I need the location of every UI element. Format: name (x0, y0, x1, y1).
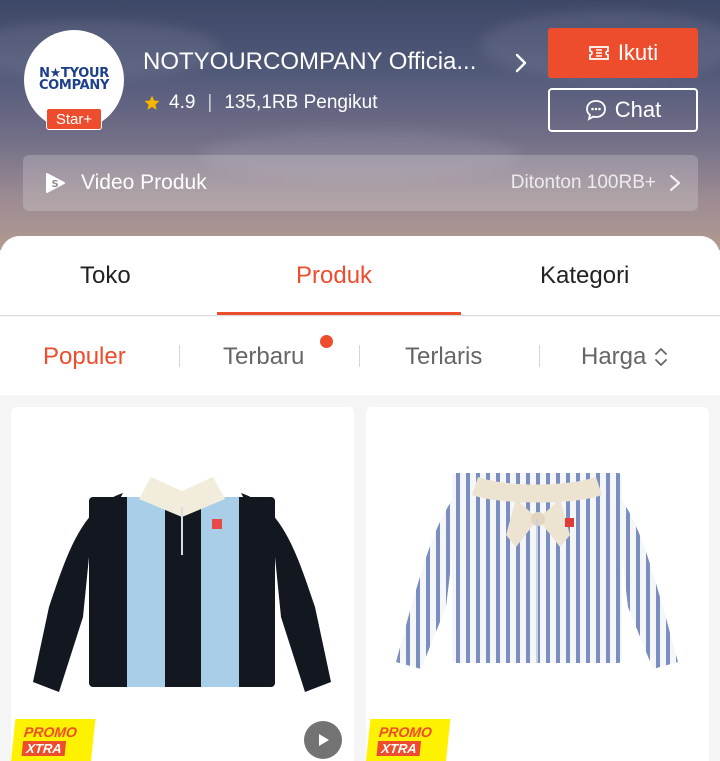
sort-divider (179, 345, 180, 367)
chat-button[interactable]: Chat (548, 88, 698, 132)
follow-label: Ikuti (617, 40, 659, 65)
video-product-label: Video Produk (81, 171, 207, 194)
video-views: Ditonton 100RB+ (510, 172, 656, 193)
shop-content: Toko Produk Kategori Populer Terbaru Ter… (0, 236, 720, 761)
ticket-icon (588, 46, 609, 60)
chat-label: Chat (614, 97, 662, 122)
promo-line1: PROMO (378, 723, 433, 740)
shop-header: N★TYOUR COMPANY Star+ NOTYOURCOMPANY Off… (0, 0, 720, 250)
shop-tabs: Toko Produk Kategori (0, 236, 720, 316)
promo-line2: XTRA (21, 740, 67, 756)
chevron-right-icon (669, 174, 681, 192)
sort-populer[interactable]: Populer (43, 343, 126, 371)
product-card[interactable]: PROMO XTRA (11, 407, 354, 761)
video-product-bar[interactable]: S Video Produk Ditonton 100RB+ (23, 155, 698, 211)
product-image (396, 473, 678, 669)
promo-xtra-badge: PROMO XTRA (11, 719, 96, 761)
promo-line1: PROMO (23, 723, 78, 740)
sort-bar: Populer Terbaru Terlaris Harga (0, 317, 720, 395)
sort-divider (359, 345, 360, 367)
play-video-button[interactable] (304, 721, 342, 759)
active-tab-indicator (217, 312, 461, 315)
chevron-right-icon[interactable] (512, 52, 530, 74)
star-icon (144, 95, 160, 110)
sort-harga-label: Harga (581, 343, 647, 370)
tab-produk[interactable]: Produk (296, 262, 372, 290)
stats-divider: | (207, 92, 213, 113)
chat-bubble-icon (585, 100, 606, 121)
play-icon (319, 734, 329, 746)
sort-harga[interactable]: Harga (581, 343, 669, 371)
sort-divider (539, 345, 540, 367)
tab-kategori[interactable]: Kategori (540, 262, 629, 290)
up-down-chevron-icon (655, 348, 668, 366)
shop-followers: 135,1RB Pengikut (224, 92, 378, 113)
shop-stats: 4.9 | 135,1RB Pengikut (143, 92, 378, 114)
sort-terlaris[interactable]: Terlaris (405, 343, 482, 371)
promo-xtra-badge: PROMO XTRA (366, 719, 451, 761)
sort-terbaru[interactable]: Terbaru (223, 343, 304, 371)
follow-button[interactable]: Ikuti (548, 28, 698, 78)
new-indicator-dot (320, 335, 333, 348)
product-image (33, 477, 331, 692)
product-card[interactable]: PROMO XTRA (366, 407, 709, 761)
shop-name[interactable]: NOTYOURCOMPANY Officia... (143, 48, 498, 76)
shop-rating: 4.9 (169, 92, 196, 113)
logo-text-line2: COMPANY (38, 78, 110, 93)
svg-text:S: S (52, 179, 59, 190)
tab-toko[interactable]: Toko (80, 262, 131, 290)
star-plus-badge: Star+ (46, 108, 102, 130)
shopee-video-icon: S (46, 173, 65, 193)
promo-line2: XTRA (376, 740, 422, 756)
